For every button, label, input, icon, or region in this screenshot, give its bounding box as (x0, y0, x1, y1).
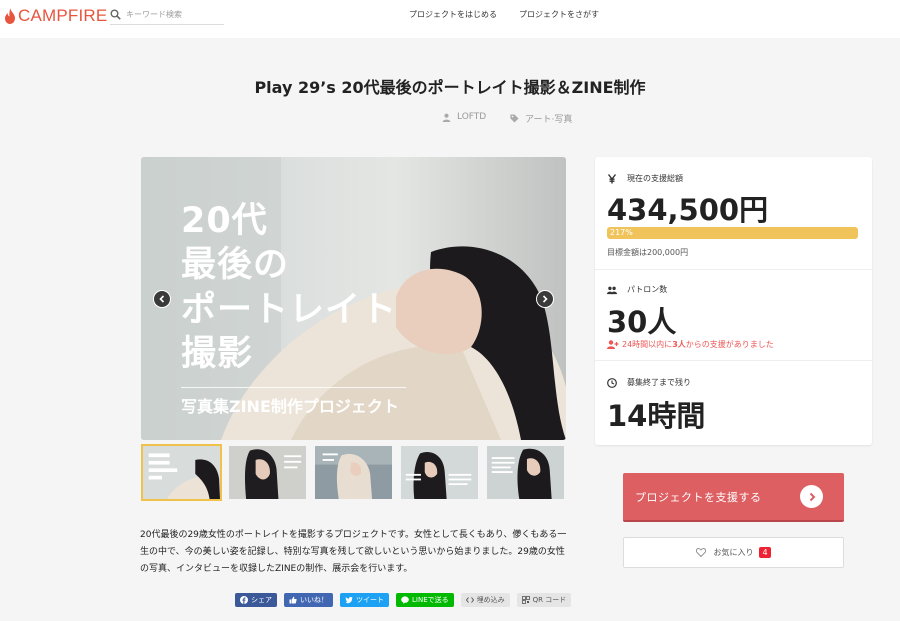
project-title: Play 29’s 20代最後のポートレイト撮影＆ZINE制作 (254, 78, 646, 97)
qr-label: QR コード (532, 596, 567, 604)
thumbnail[interactable] (227, 444, 308, 501)
site-header: CAMPFIRE プロジェクトをはじめる プロジェクトをさがす (0, 0, 900, 38)
users-icon (607, 286, 617, 294)
user-plus-icon (607, 340, 619, 349)
thumbnail[interactable] (141, 444, 222, 501)
tweet-label: ツイート (356, 596, 384, 604)
arrow-right-icon (800, 485, 823, 508)
favorite-label: お気に入り (713, 548, 754, 557)
logo-text: CAMPFIRE (18, 6, 108, 25)
carousel-prev-button[interactable] (153, 290, 171, 308)
recent-supporters: 24時間以内に 3人 からの支援がありました (607, 339, 774, 350)
hero-subtitle: 写真集ZINE制作プロジェクト (181, 397, 399, 416)
main-image-carousel: 20代 最後の ポートレイト 撮影 写真集ZINE制作プロジェクト (141, 157, 566, 440)
amount-value: 434,500円 (607, 193, 769, 227)
campfire-logo[interactable]: CAMPFIRE (4, 6, 107, 26)
like-label: いいね！ (300, 596, 328, 604)
twitter-icon (345, 596, 353, 604)
thumbnail[interactable] (485, 444, 566, 501)
yen-icon (607, 173, 617, 183)
favorite-count: 4 (759, 547, 771, 558)
qr-code-icon (521, 596, 530, 604)
divider (595, 269, 872, 270)
thumbnail[interactable] (399, 444, 480, 501)
thumbs-up-icon (289, 596, 297, 604)
share-bar: シェア いいね！ ツイート LINEで送る 埋め込み QR コード (235, 593, 572, 607)
nav-find-project[interactable]: プロジェクトをさがす (519, 9, 599, 20)
category-name: アート·写真 (525, 115, 573, 125)
patrons-value: 30人 (607, 305, 677, 339)
goal-amount: 目標金額は200,000円 (607, 248, 689, 257)
facebook-like-button[interactable]: いいね！ (284, 593, 333, 607)
tag-icon (510, 114, 519, 123)
share-label: シェア (251, 596, 272, 604)
thumbnail-image (315, 446, 392, 499)
line-label: LINEで送る (412, 596, 449, 604)
amount-label: 現在の支援総額 (607, 173, 683, 184)
nav-start-project[interactable]: プロジェクトをはじめる (409, 9, 497, 20)
search-box (110, 5, 224, 25)
search-icon (110, 9, 121, 20)
thumbnail[interactable] (313, 444, 394, 501)
chevron-left-icon (159, 295, 165, 303)
thumbnail-image (487, 446, 564, 499)
code-icon (465, 597, 474, 603)
tweet-button[interactable]: ツイート (340, 593, 389, 607)
embed-label: 埋め込み (476, 596, 505, 604)
thumbnail-image (401, 446, 478, 499)
remaining-value: 14時間 (607, 399, 706, 433)
facebook-icon (240, 596, 248, 604)
user-icon (442, 113, 451, 122)
support-project-button[interactable]: プロジェクトを支援する (623, 473, 844, 522)
support-label: プロジェクトを支援する (635, 490, 762, 504)
qr-code-button[interactable]: QR コード (516, 593, 572, 607)
project-author[interactable]: LOFTD (442, 112, 486, 122)
author-name: LOFTD (457, 112, 487, 122)
hero-line: ポートレイト (181, 290, 398, 330)
progress-percent: 217% (610, 228, 633, 237)
funding-stats-panel: 現在の支援総額 434,500円 217% 目標金額は200,000円 パトロン… (595, 157, 872, 445)
hero-line: 撮影 (181, 334, 254, 374)
search-input[interactable] (126, 10, 216, 19)
remaining-label: 募集終了まで残り (607, 377, 691, 388)
heart-icon (696, 548, 707, 557)
project-category[interactable]: アート·写真 (510, 112, 572, 125)
thumbnail-strip (141, 444, 566, 501)
thumbnail-image (143, 446, 220, 499)
flame-icon (5, 8, 15, 24)
hero-divider (181, 387, 406, 388)
hero-line: 20代 (181, 201, 268, 241)
hero-line: 最後の (181, 245, 290, 285)
facebook-share-button[interactable]: シェア (235, 593, 277, 607)
patrons-label: パトロン数 (607, 284, 667, 295)
thumbnail-image (229, 446, 306, 499)
embed-button[interactable]: 埋め込み (460, 593, 510, 607)
divider (595, 360, 872, 361)
line-icon (401, 596, 409, 604)
clock-icon (607, 377, 617, 388)
carousel-next-button[interactable] (536, 290, 554, 308)
favorite-button[interactable]: お気に入り 4 (623, 537, 844, 568)
project-description: 20代最後の29歳女性のポートレイトを撮影するプロジェクトです。女性として長くも… (140, 530, 567, 574)
line-share-button[interactable]: LINEで送る (396, 593, 454, 607)
progress-bar: 217% (607, 227, 858, 239)
chevron-right-icon (542, 295, 548, 303)
